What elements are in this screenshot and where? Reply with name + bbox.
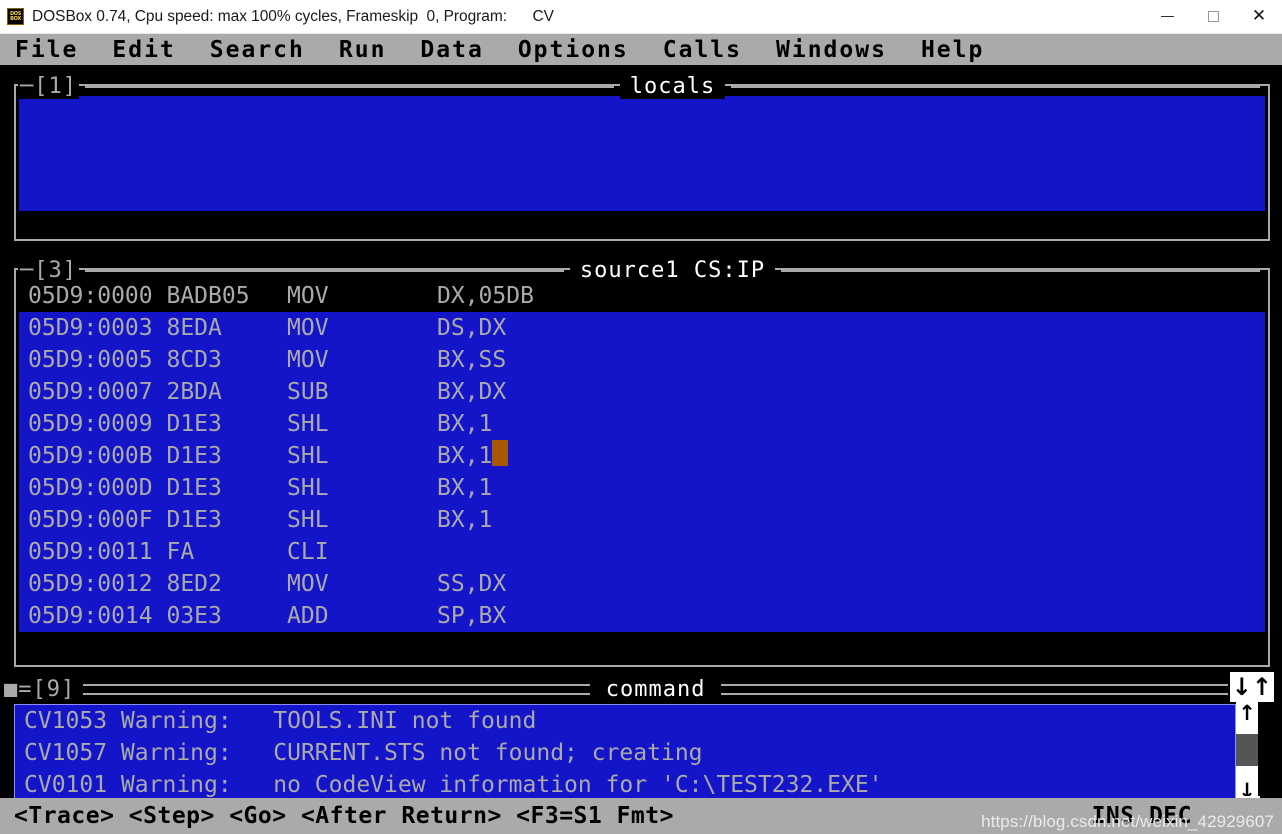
source-line-operands: BX,SS <box>437 347 507 373</box>
source1-code-area[interactable]: 05D9:0000 BADB05 MOV DX,05DB 05D9:0003 8EDA… <box>19 280 1265 660</box>
command-window-marker[interactable]: ■=[9] <box>2 676 78 702</box>
source-line-address: 05D9:0007 2BDA <box>28 379 222 405</box>
menu-item-edit[interactable]: Edit <box>105 37 182 63</box>
source-line-mnemonic: MOV <box>287 315 329 341</box>
source-line-operands: BX,1 <box>437 507 493 533</box>
source-line-address: 05D9:0003 8EDA <box>28 315 222 341</box>
source-line-mnemonic: CLI <box>287 539 329 565</box>
window-caption-buttons: ✕ <box>1144 0 1282 33</box>
vscroll-track[interactable] <box>1236 724 1258 780</box>
source-line[interactable]: 05D9:0007 2BDA SUB BX,DX <box>19 376 1265 408</box>
menu-item-data[interactable]: Data <box>413 37 490 63</box>
source-line-address: 05D9:000B D1E3 <box>28 443 222 469</box>
source-line-operands: DX,05DB <box>437 283 534 309</box>
menu-item-search[interactable]: Search <box>203 37 312 63</box>
source-line-operands: BX,1 <box>437 443 493 469</box>
source-line-operands: SP,BX <box>437 603 507 629</box>
command-resize-icons[interactable]: ↓↑ <box>1229 672 1274 702</box>
menu-item-help[interactable]: Help <box>914 37 991 63</box>
source-line-address: 05D9:000D D1E3 <box>28 475 222 501</box>
source-line[interactable]: 05D9:000D D1E3 SHL BX,1 <box>19 472 1265 504</box>
status-bar: <Trace> <Step> <Go> <After Return> <F3=S… <box>0 798 1282 834</box>
window-title-bar: DOS BOX DOSBox 0.74, Cpu speed: max 100%… <box>0 0 1282 34</box>
source-line[interactable]: 05D9:0011 FA CLI <box>19 536 1265 568</box>
menu-item-run[interactable]: Run <box>332 37 394 63</box>
source-line-mnemonic: ADD <box>287 603 329 629</box>
source-line-mnemonic: SHL <box>287 443 329 469</box>
command-vertical-scrollbar[interactable]: ↑ ↓ <box>1236 702 1258 802</box>
source-line-operands: SS,DX <box>437 571 507 597</box>
source-line-operands: DS,DX <box>437 315 507 341</box>
source-line-address: 05D9:0014 03E3 <box>28 603 222 629</box>
source-line[interactable]: 05D9:0003 8EDA MOV DS,DX <box>19 312 1265 344</box>
source-line-address: 05D9:0000 BADB05 <box>28 283 250 309</box>
command-output-line: CV1057 Warning: CURRENT.STS not found; c… <box>15 737 1235 769</box>
maximize-button[interactable] <box>1190 0 1236 33</box>
command-window[interactable]: ■=[9] command ↓↑ CV1053 Warning: TOOLS.I… <box>0 672 1282 822</box>
source-line-address: 05D9:0012 8ED2 <box>28 571 222 597</box>
command-output-line: CV1053 Warning: TOOLS.INI not found <box>15 705 1235 737</box>
source-line[interactable]: 05D9:0005 8CD3 MOV BX,SS <box>19 344 1265 376</box>
menu-item-options[interactable]: Options <box>511 37 636 63</box>
source-line-mnemonic: MOV <box>287 571 329 597</box>
locals-window[interactable]: ─[1] locals <box>0 69 1282 245</box>
scroll-up-arrow-icon[interactable]: ↑ <box>1236 702 1258 724</box>
source-line-address: 05D9:000F D1E3 <box>28 507 222 533</box>
source1-window[interactable]: ─[3] source1 CS:IP 05D9:0000 BADB05 MOV DX… <box>0 252 1282 670</box>
minimize-button[interactable] <box>1144 0 1190 33</box>
vscroll-thumb[interactable] <box>1236 734 1258 766</box>
dosbox-logo-icon: DOS BOX <box>7 8 24 25</box>
source-line[interactable]: 05D9:0000 BADB05 MOV DX,05DB <box>19 280 1265 312</box>
command-output-pane[interactable]: CV1053 Warning: TOOLS.INI not found CV105… <box>14 704 1236 802</box>
source-line[interactable]: 05D9:0014 03E3 ADD SP,BX <box>19 600 1265 632</box>
cv-menu-bar: File Edit Search Run Data Options Calls … <box>0 34 1282 67</box>
source-line-operands: BX,1 <box>437 475 493 501</box>
source-line-mnemonic: SHL <box>287 411 329 437</box>
close-button[interactable]: ✕ <box>1236 0 1282 33</box>
menu-item-calls[interactable]: Calls <box>656 37 749 63</box>
command-title-rule-left <box>83 683 590 695</box>
source-line-operands: BX,DX <box>437 379 507 405</box>
source-line-mnemonic: SHL <box>287 475 329 501</box>
command-title-rule-right <box>721 683 1229 695</box>
source-line-mnemonic: SHL <box>287 507 329 533</box>
source-line[interactable]: 05D9:000F D1E3 SHL BX,1 <box>19 504 1265 536</box>
command-title-row: ■=[9] command <box>2 674 1234 704</box>
source-line-mnemonic: MOV <box>287 347 329 373</box>
command-output-line: CV0101 Warning: no CodeView information … <box>15 769 1235 801</box>
close-icon: ✕ <box>1251 6 1267 26</box>
source-line-address: 05D9:0009 D1E3 <box>28 411 222 437</box>
dosbox-screen: File Edit Search Run Data Options Calls … <box>0 34 1282 834</box>
locals-content-pane[interactable] <box>19 96 1265 211</box>
source-line-address: 05D9:0011 FA <box>28 539 195 565</box>
source-line-mnemonic: MOV <box>287 283 329 309</box>
source-line-operands: BX,1 <box>437 411 493 437</box>
status-bar-indicators: INS DEC <box>1091 803 1192 829</box>
source-line-address: 05D9:0005 8CD3 <box>28 347 222 373</box>
source-line[interactable]: 05D9:0012 8ED2 MOV SS,DX <box>19 568 1265 600</box>
text-cursor <box>492 440 509 466</box>
source-line-mnemonic: SUB <box>287 379 329 405</box>
status-bar-function-keys[interactable]: <Trace> <Step> <Go> <After Return> <F3=S… <box>0 803 674 829</box>
menu-item-file[interactable]: File <box>8 37 85 63</box>
window-title-text: DOSBox 0.74, Cpu speed: max 100% cycles,… <box>32 7 554 25</box>
source-line[interactable]: 05D9:0009 D1E3 SHL BX,1 <box>19 408 1265 440</box>
command-window-title: command <box>595 676 716 702</box>
logo-text-bottom: BOX <box>10 15 21 22</box>
menu-item-windows[interactable]: Windows <box>769 37 894 63</box>
source-line[interactable]: 05D9:000B D1E3 SHL BX,1 <box>19 440 1265 472</box>
